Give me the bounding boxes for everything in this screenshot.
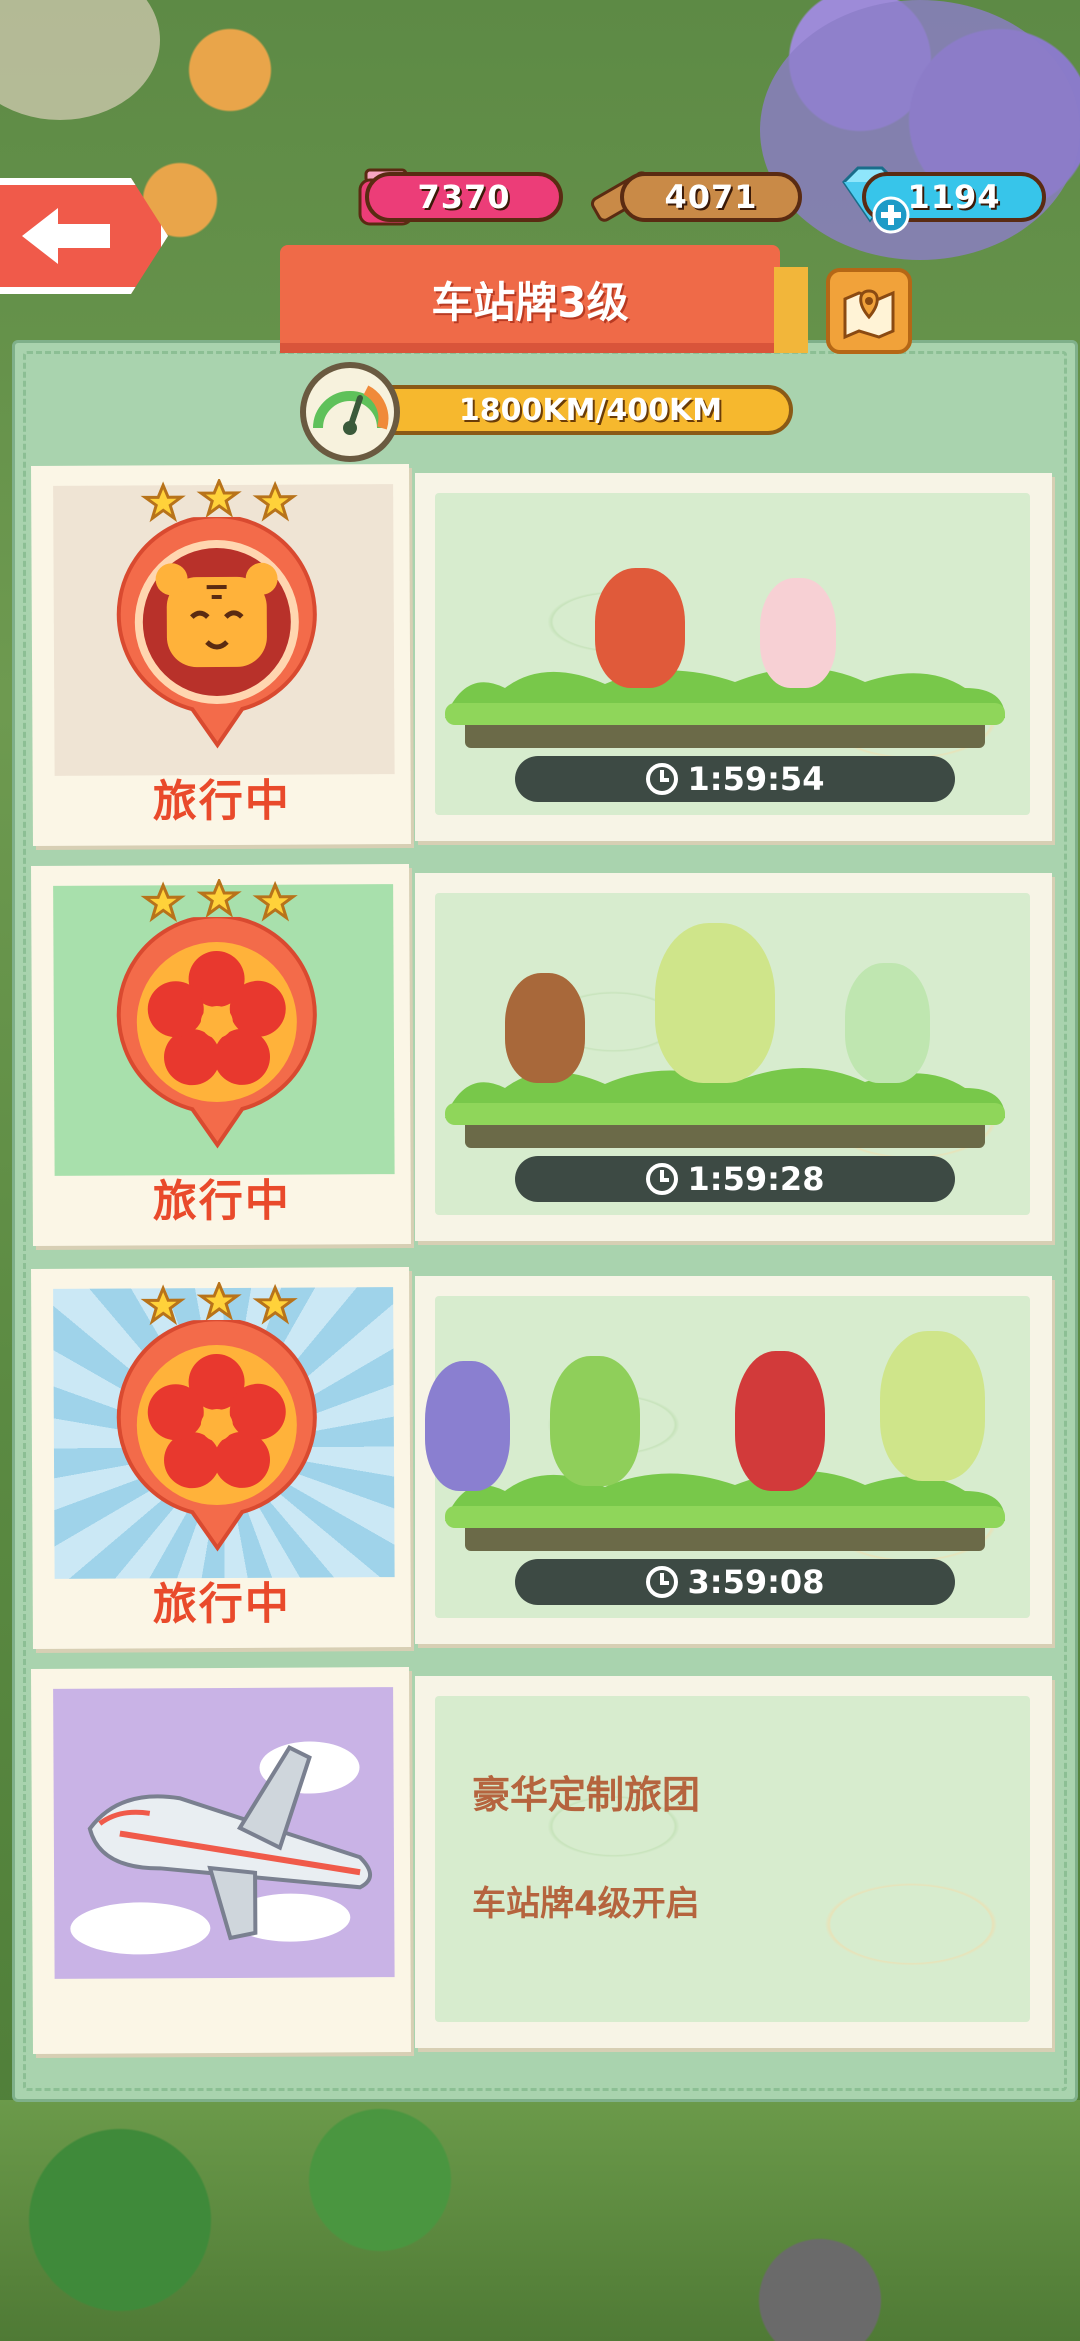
deer-character [735, 1351, 825, 1491]
locked-info: 豪华定制旅团 车站牌4级开启 [415, 1676, 1052, 2048]
travel-group-card[interactable]: 旅行中 3:59:08 [31, 1267, 1052, 1649]
plum-blossom-icon [116, 1319, 317, 1552]
sheep-character [845, 963, 930, 1083]
fox-character [425, 1361, 510, 1491]
group-badge-panel: 旅行中 [31, 864, 411, 1246]
wood-counter: 4071 [620, 172, 802, 222]
flower-fairy-character [880, 1331, 985, 1481]
plum-blossom-icon [116, 916, 317, 1149]
group-timer: 3:59:08 [515, 1559, 955, 1605]
grass-platform [445, 668, 1005, 748]
group-badge-panel [30, 1667, 412, 2054]
timer-text: 1:59:54 [687, 760, 825, 798]
ink-value: 7370 [417, 178, 511, 216]
tiger-icon [116, 516, 317, 749]
clock-icon [645, 1566, 678, 1598]
group-status: 旅行中 [152, 1578, 291, 1631]
clock-icon [645, 763, 678, 795]
tiger-bear-character [595, 568, 685, 688]
leaf-character [550, 1356, 640, 1486]
bunny-girl-character [760, 578, 836, 688]
capybara-character [505, 973, 585, 1083]
locked-group-title: 豪华定制旅团 [472, 1773, 701, 1817]
distance-progress: 1800KM/400KM [348, 385, 793, 435]
arrow-left-icon [21, 208, 110, 264]
group-status: 旅行中 [152, 1175, 291, 1228]
group-scene: 1:59:54 [415, 473, 1052, 841]
group-scene: 1:59:28 [415, 873, 1052, 1241]
locked-group-card[interactable]: 豪华定制旅团 车站牌4级开启 [30, 1667, 1052, 2054]
background-ground [0, 2100, 1080, 2341]
group-status: 旅行中 [152, 775, 291, 828]
timer-text: 1:59:28 [687, 1160, 825, 1198]
flower-fairy-character [655, 923, 775, 1083]
airplane-icon [70, 1741, 373, 1955]
group-scene: 3:59:08 [415, 1276, 1052, 1644]
unlock-requirement: 车站牌4级开启 [472, 1884, 700, 1924]
ink-counter: 7370 [365, 172, 563, 222]
map-pin-icon [843, 289, 895, 340]
group-timer: 1:59:28 [515, 1156, 955, 1202]
page-title: 车站牌3级 [280, 245, 808, 353]
map-background [435, 1696, 1030, 2022]
travel-group-card[interactable]: 旅行中 1:59:54 [31, 464, 1052, 846]
timer-text: 3:59:08 [687, 1563, 825, 1601]
wood-value: 4071 [664, 178, 758, 216]
clock-icon [645, 1163, 678, 1195]
group-badge-panel: 旅行中 [31, 464, 411, 846]
plus-icon[interactable] [872, 196, 910, 234]
gem-value: 1194 [907, 178, 1001, 216]
page-title-text: 车站牌3级 [431, 277, 629, 327]
distance-text: 1800KM/400KM [458, 392, 723, 428]
group-badge-panel: 旅行中 [31, 1267, 411, 1649]
travel-group-card[interactable]: 旅行中 1:59:28 [31, 864, 1052, 1246]
map-button[interactable] [826, 268, 912, 354]
speedometer-icon [300, 362, 400, 462]
group-timer: 1:59:54 [515, 756, 955, 802]
